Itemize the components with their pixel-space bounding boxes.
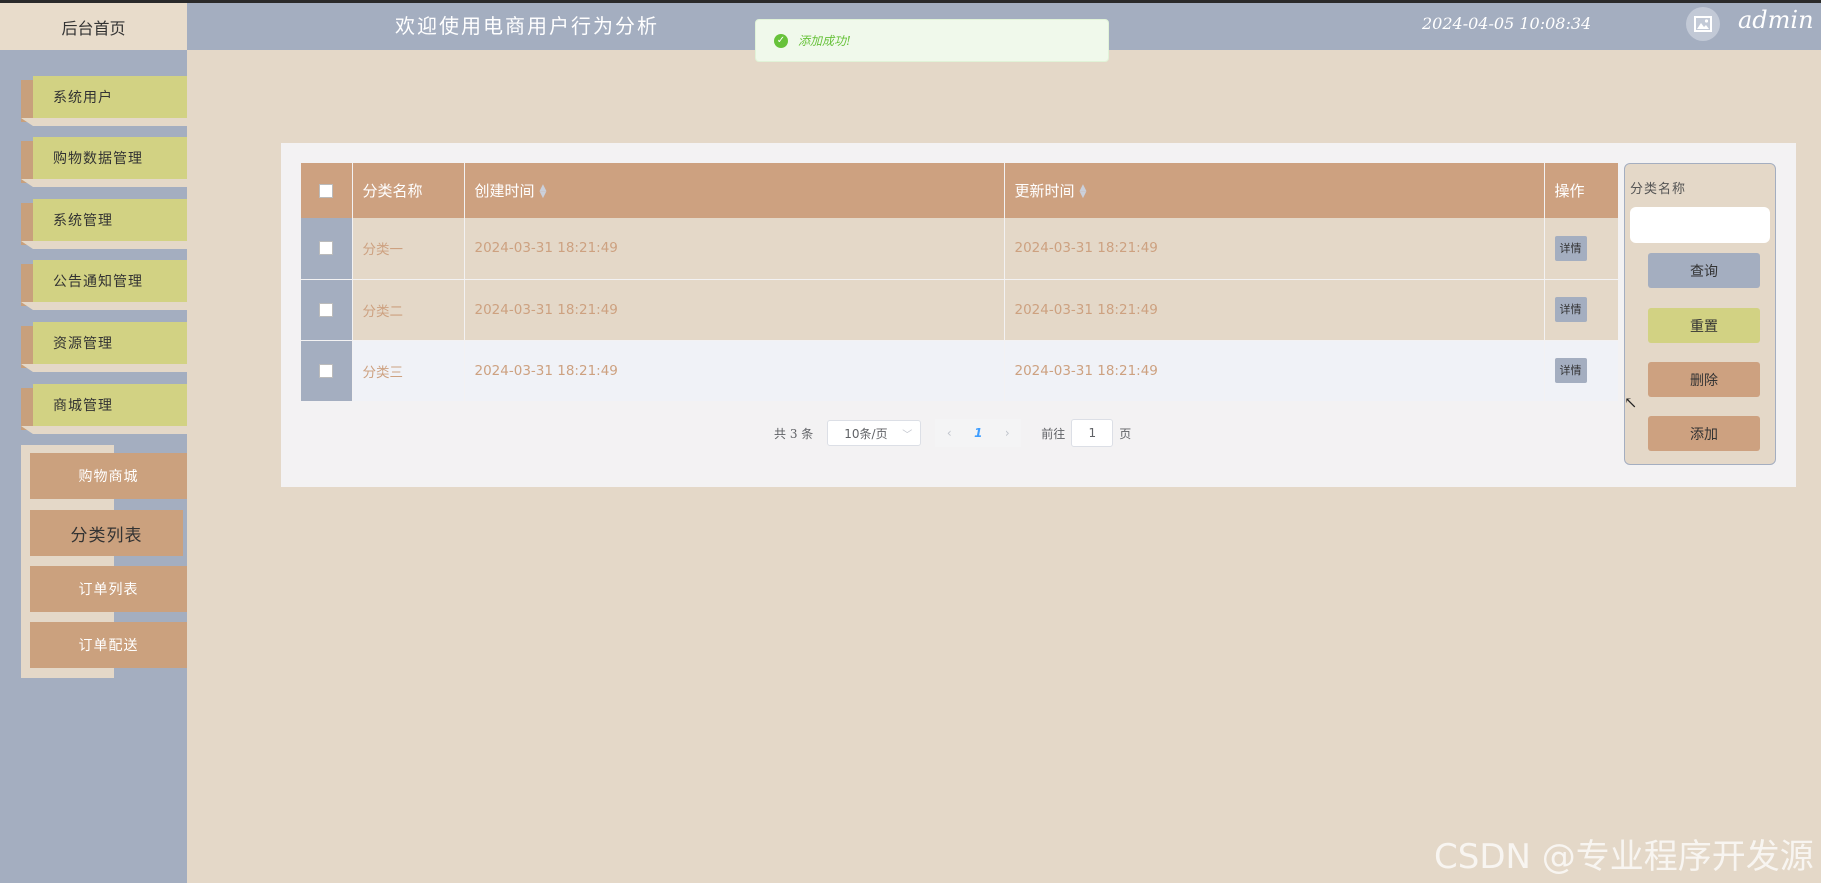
row-checkbox[interactable]: [319, 241, 334, 256]
row-checkbox[interactable]: [319, 363, 334, 378]
mouse-cursor-icon: ↖: [1624, 393, 1638, 412]
chevron-down-icon: ﹀: [902, 429, 913, 441]
reset-button[interactable]: 重置: [1648, 308, 1760, 343]
current-datetime: 2024-04-05 10:08:34: [1422, 14, 1592, 33]
select-all-cell: [301, 163, 353, 218]
cell-name: 分类一: [352, 218, 465, 280]
row-select-cell: [301, 218, 353, 280]
next-page-button[interactable]: ›: [993, 419, 1022, 447]
add-button[interactable]: 添加: [1648, 416, 1760, 451]
query-button[interactable]: 查询: [1648, 253, 1760, 288]
page-unit-label: 页: [1119, 426, 1132, 441]
toast-message: 添加成功!: [798, 34, 851, 48]
column-header-created[interactable]: 创建时间 ▲ ▼: [464, 163, 1005, 218]
sidebar-item-label: 公告通知管理: [33, 260, 187, 302]
cell-action: 详情: [1544, 279, 1619, 341]
row-checkbox[interactable]: [319, 302, 334, 317]
prev-page-button[interactable]: ‹: [935, 419, 964, 447]
sidebar-item-label: 商城管理: [33, 384, 187, 426]
home-tab[interactable]: 后台首页: [0, 3, 187, 50]
cell-updated: 2024-03-31 18:21:49: [1004, 340, 1545, 402]
column-header-action: 操作: [1544, 163, 1619, 218]
avatar[interactable]: [1686, 7, 1720, 41]
sort-icon[interactable]: ▲ ▼: [1080, 183, 1087, 199]
sidebar-item-system-users[interactable]: 系统用户: [21, 76, 187, 126]
table-row: 分类一 2024-03-31 18:21:49 2024-03-31 18:21…: [301, 218, 1619, 280]
detail-button[interactable]: 详情: [1554, 297, 1587, 322]
sort-icon[interactable]: ▲ ▼: [540, 183, 547, 199]
search-label: 分类名称: [1630, 182, 1687, 197]
column-header-name: 分类名称: [352, 163, 465, 218]
pagination-total: 共 3 条: [774, 426, 814, 441]
chevron-right-icon: ›: [1004, 426, 1010, 440]
pagination: 共 3 条 10条/页 ﹀ ‹ 1 › 前往 1 页: [774, 419, 1131, 447]
column-header-label: 创建时间: [474, 182, 535, 200]
goto-label: 前往: [1041, 426, 1066, 441]
page-number-current[interactable]: 1: [963, 419, 994, 447]
row-select-cell: [301, 340, 353, 402]
check-icon: ✓: [774, 33, 788, 48]
category-table: 分类名称 创建时间 ▲ ▼ 更新时间 ▲ ▼ 操作 分类一 2024-03-31 18:…: [301, 163, 1619, 402]
table-row: 分类二 2024-03-31 18:21:49 2024-03-31 18:21…: [301, 279, 1619, 341]
welcome-title: 欢迎使用电商用户行为分析: [395, 14, 659, 38]
sidebar-subitem-shop[interactable]: 购物商城: [30, 453, 187, 499]
column-header-updated[interactable]: 更新时间 ▲ ▼: [1004, 163, 1545, 218]
cell-created: 2024-03-31 18:21:49: [464, 340, 1005, 402]
search-panel: 分类名称 查询 重置 删除 添加: [1624, 163, 1776, 465]
cell-action: 详情: [1544, 218, 1619, 280]
cell-updated: 2024-03-31 18:21:49: [1004, 218, 1545, 280]
select-all-checkbox[interactable]: [319, 184, 334, 198]
cell-action: 详情: [1544, 340, 1619, 402]
watermark: CSDN @专业程序开发源: [1434, 837, 1814, 877]
sidebar-item-system-management[interactable]: 系统管理: [21, 199, 187, 249]
success-toast: ✓ 添加成功!: [755, 19, 1109, 62]
sidebar-item-label: 购物数据管理: [33, 137, 187, 179]
sidebar-subitem-category-list[interactable]: 分类列表: [30, 510, 183, 556]
table-row: 分类三 2024-03-31 18:21:49 2024-03-31 18:21…: [301, 340, 1619, 402]
page-size-value: 10条/页: [844, 426, 888, 441]
goto-page-input[interactable]: 1: [1071, 419, 1114, 447]
cell-name: 分类三: [352, 340, 465, 402]
sidebar-item-label: 系统管理: [33, 199, 187, 241]
sidebar-subitem-order-list[interactable]: 订单列表: [30, 566, 187, 612]
sidebar-item-notices[interactable]: 公告通知管理: [21, 260, 187, 310]
cell-created: 2024-03-31 18:21:49: [464, 218, 1005, 280]
sidebar-subitem-order-delivery[interactable]: 订单配送: [30, 622, 187, 668]
row-select-cell: [301, 279, 353, 341]
cell-name: 分类二: [352, 279, 465, 341]
detail-button[interactable]: 详情: [1554, 235, 1587, 261]
username[interactable]: admin: [1738, 6, 1814, 34]
cell-updated: 2024-03-31 18:21:49: [1004, 279, 1545, 341]
column-header-label: 更新时间: [1014, 182, 1075, 200]
category-name-input[interactable]: [1630, 207, 1770, 243]
cell-created: 2024-03-31 18:21:49: [464, 279, 1005, 341]
sidebar-item-shopping-data[interactable]: 购物数据管理: [21, 137, 187, 187]
page-size-select[interactable]: 10条/页 ﹀: [827, 420, 922, 446]
chevron-left-icon: ‹: [946, 426, 952, 440]
sidebar-item-resources[interactable]: 资源管理: [21, 322, 187, 372]
table-header-row: 分类名称 创建时间 ▲ ▼ 更新时间 ▲ ▼ 操作: [301, 163, 1619, 218]
image-icon: [1694, 16, 1712, 32]
sidebar-item-label: 系统用户: [33, 76, 187, 118]
detail-button[interactable]: 详情: [1554, 358, 1587, 383]
sidebar-item-label: 资源管理: [33, 322, 187, 364]
delete-button[interactable]: 删除: [1648, 362, 1760, 397]
sidebar-item-mall[interactable]: 商城管理: [21, 384, 187, 434]
